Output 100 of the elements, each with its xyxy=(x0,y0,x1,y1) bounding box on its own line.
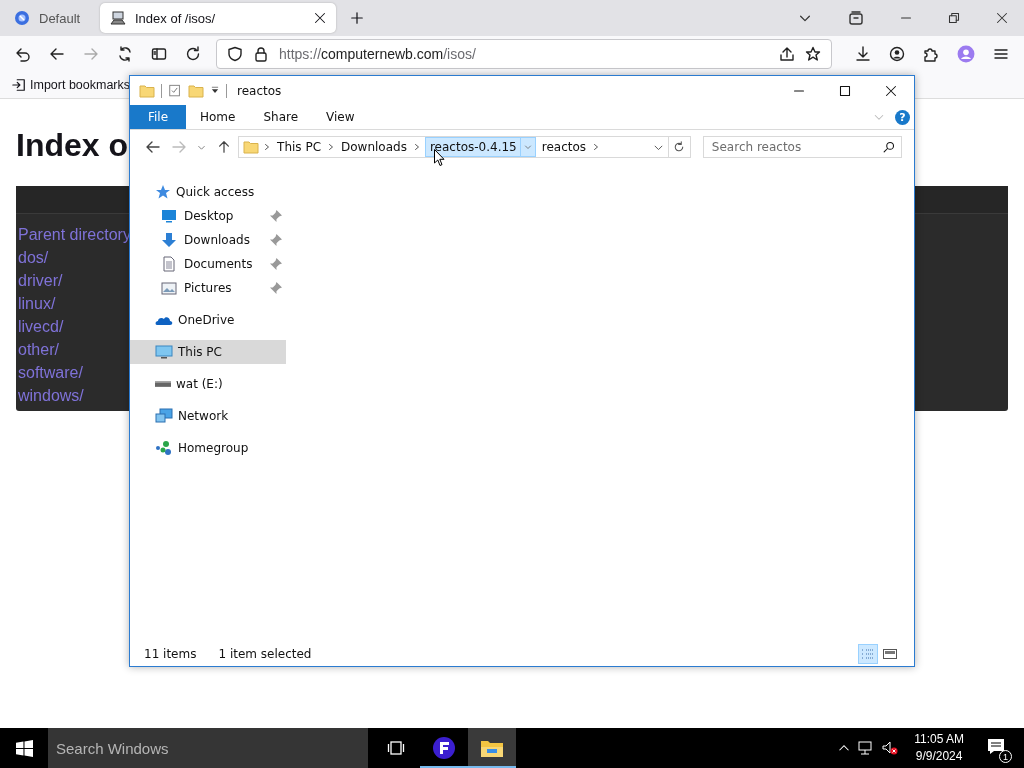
selection-count: 1 item selected xyxy=(218,647,312,661)
directory-link[interactable]: windows/ xyxy=(16,384,84,407)
speaker-muted-icon[interactable] xyxy=(882,740,899,756)
mouse-pointer-icon xyxy=(434,149,445,167)
share-icon[interactable] xyxy=(779,46,795,62)
chevron-right-icon xyxy=(327,143,335,151)
plus-icon[interactable] xyxy=(350,11,364,25)
ribbon-tab[interactable]: Share xyxy=(249,105,313,129)
close-icon[interactable] xyxy=(885,84,897,97)
undo-icon[interactable] xyxy=(15,46,31,62)
breadcrumb-segment[interactable]: Downloads xyxy=(339,137,409,157)
directory-link[interactable]: Parent directory xyxy=(16,223,131,246)
nav-item[interactable]: Pictures xyxy=(130,276,286,300)
folder-icon xyxy=(139,82,155,99)
taskbar-app-button[interactable] xyxy=(468,728,516,768)
nav-item[interactable]: wat (E:) xyxy=(130,372,286,396)
notification-count: 1 xyxy=(999,750,1012,763)
directory-link[interactable]: driver/ xyxy=(16,269,63,292)
download-icon[interactable] xyxy=(855,46,871,62)
maximize-icon[interactable] xyxy=(839,84,851,97)
sidebar-icon[interactable] xyxy=(151,46,167,62)
close-icon[interactable] xyxy=(996,12,1008,24)
sync-icon[interactable] xyxy=(117,46,133,62)
search-field[interactable]: Search reactos xyxy=(702,136,902,158)
chevron-right-icon xyxy=(592,143,601,151)
item-count: 11 items xyxy=(144,647,197,661)
tab-tray-icon[interactable] xyxy=(848,10,864,26)
page-heading: Index o xyxy=(16,127,128,163)
restore-icon[interactable] xyxy=(948,12,960,24)
nav-item[interactable]: Downloads xyxy=(130,228,286,252)
details-view-icon xyxy=(860,647,876,661)
directory-link[interactable]: linux/ xyxy=(16,292,56,315)
task-view-icon xyxy=(387,740,405,756)
nav-item[interactable]: This PC xyxy=(130,340,286,364)
large-icons-view-icon xyxy=(882,647,898,661)
refresh-icon[interactable] xyxy=(673,141,686,153)
directory-link[interactable]: software/ xyxy=(16,361,83,384)
pin-icon[interactable] xyxy=(270,258,282,270)
puzzle-icon[interactable] xyxy=(923,46,939,62)
app-logo-icon xyxy=(432,736,456,760)
search-icon[interactable] xyxy=(882,141,895,153)
profile-icon[interactable] xyxy=(957,45,975,63)
address-bar[interactable]: This PC Downloads reactos-0.4.15 reactos xyxy=(238,136,670,158)
document-icon xyxy=(161,256,177,272)
ribbon-tab[interactable]: View xyxy=(312,105,369,129)
back-icon[interactable] xyxy=(49,46,65,62)
url-text: https://computernewb.com/isos/ xyxy=(279,46,477,62)
picture-icon xyxy=(161,280,177,296)
up-arrow-icon[interactable] xyxy=(217,140,232,154)
nav-item[interactable]: OneDrive xyxy=(130,308,286,332)
chevron-right-icon xyxy=(263,143,272,151)
ribbon-tab[interactable]: Home xyxy=(186,105,250,129)
down-arrow-icon xyxy=(161,232,177,248)
lock-icon xyxy=(253,46,269,62)
help-button[interactable]: ? xyxy=(895,109,910,125)
folder-icon xyxy=(243,139,260,155)
drive-icon xyxy=(155,381,171,387)
nav-item[interactable]: Network xyxy=(130,404,286,428)
reload-icon[interactable] xyxy=(185,46,201,62)
nav-item[interactable]: Desktop xyxy=(130,204,286,228)
network-icon[interactable] xyxy=(858,740,875,756)
computer-icon xyxy=(155,344,173,360)
clock-date[interactable]: 9/9/2024 xyxy=(915,748,963,765)
window-title: reactos xyxy=(237,83,283,98)
breadcrumb-segment[interactable]: reactos xyxy=(539,137,589,157)
nav-item[interactable]: Quick access xyxy=(130,180,286,204)
browser-logo-icon xyxy=(14,10,30,26)
address-field[interactable]: https://computernewb.com/isos/ xyxy=(216,39,832,69)
account-icon[interactable] xyxy=(889,46,905,62)
directory-link[interactable]: other/ xyxy=(16,338,59,361)
shield-icon xyxy=(227,46,243,62)
pin-icon[interactable] xyxy=(270,210,282,222)
computer-icon xyxy=(110,10,126,26)
notification-button[interactable]: 1 xyxy=(986,733,1012,763)
nav-item[interactable]: Homegroup xyxy=(130,436,286,460)
file-tab[interactable]: File xyxy=(130,105,186,129)
search-field[interactable]: Search Windows xyxy=(48,728,368,768)
browser-tab[interactable]: Index of /isos/ xyxy=(100,3,336,33)
directory-link[interactable]: dos/ xyxy=(16,246,49,269)
nodes-icon xyxy=(155,440,173,456)
breadcrumb-segment[interactable]: reactos-0.4.15 xyxy=(424,137,536,157)
star-icon[interactable] xyxy=(805,46,821,62)
properties-icon[interactable] xyxy=(168,83,182,98)
browser-tab[interactable]: Default xyxy=(4,3,96,33)
menu-icon[interactable] xyxy=(993,46,1009,62)
breadcrumb-segment[interactable]: This PC xyxy=(275,137,323,157)
star-icon xyxy=(155,184,171,200)
directory-link[interactable]: livecd/ xyxy=(16,315,64,338)
network-icon xyxy=(155,408,173,424)
import-icon xyxy=(12,78,26,92)
bookmark-item[interactable]: Import bookmarks xyxy=(30,78,131,92)
monitor-icon xyxy=(161,208,177,224)
folder-icon xyxy=(480,738,504,758)
back-icon[interactable] xyxy=(144,139,161,155)
pin-icon[interactable] xyxy=(270,282,282,294)
pin-icon[interactable] xyxy=(270,234,282,246)
nav-item[interactable]: Documents xyxy=(130,252,286,276)
close-icon[interactable] xyxy=(314,12,326,24)
clock-time[interactable]: 11:05 AM xyxy=(914,731,964,748)
windows-logo-icon xyxy=(15,739,33,757)
